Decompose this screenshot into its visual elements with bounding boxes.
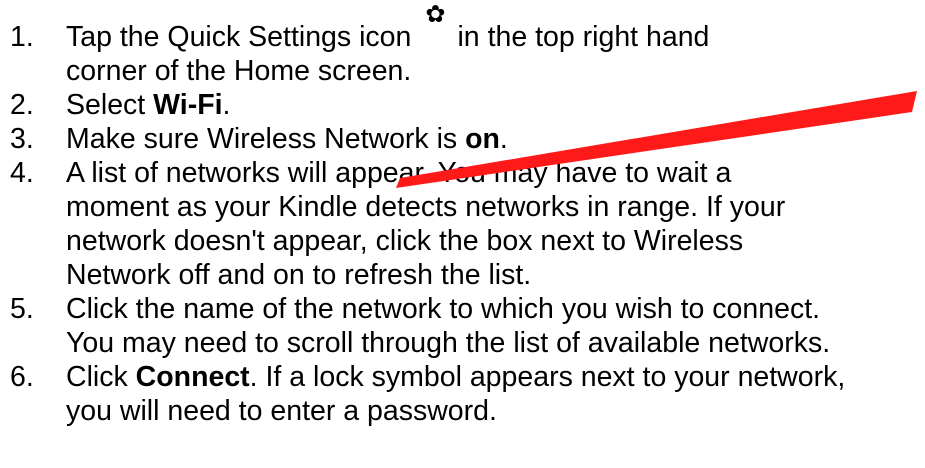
red-pointer-arrow xyxy=(396,91,917,188)
pointer-shape xyxy=(396,91,917,188)
